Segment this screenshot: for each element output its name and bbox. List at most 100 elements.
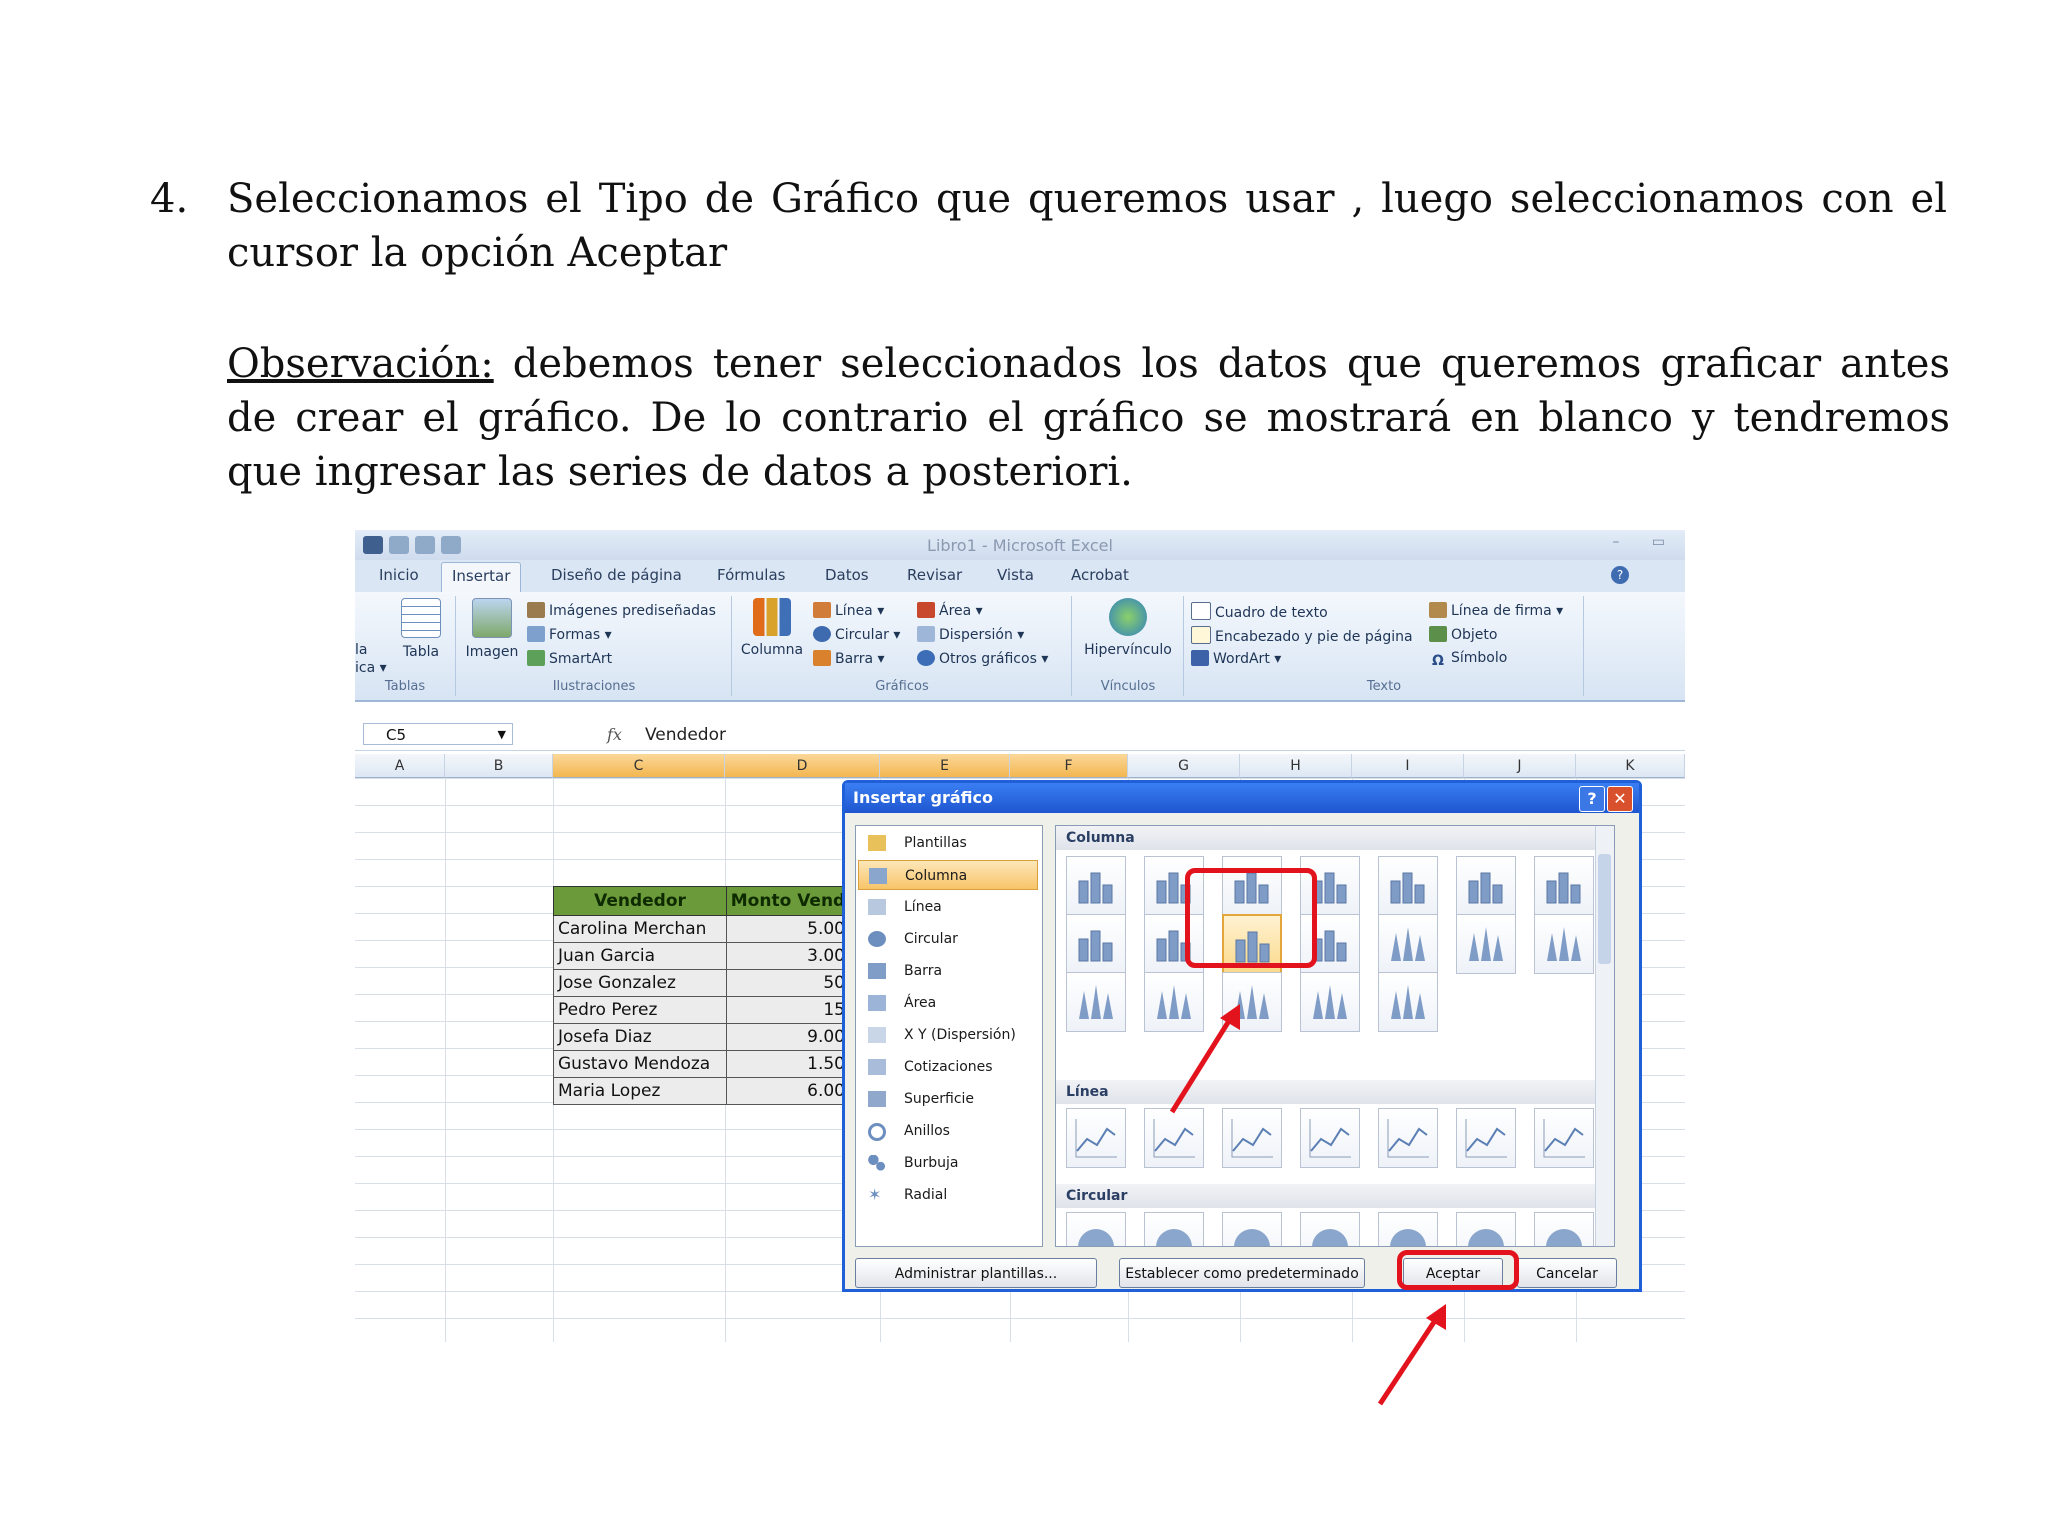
- formas-button[interactable]: Formas ▾: [527, 626, 612, 643]
- chart-type-thumb[interactable]: [1456, 914, 1516, 974]
- chart-type-thumb[interactable]: [1144, 1108, 1204, 1168]
- chart-type-thumb[interactable]: [1300, 1212, 1360, 1246]
- table-cell[interactable]: 1.50: [726, 1050, 850, 1078]
- chart-type-thumb[interactable]: [1378, 914, 1438, 974]
- chart-type-thumb[interactable]: [1222, 1212, 1282, 1246]
- scrollbar-thumb[interactable]: [1598, 854, 1611, 964]
- table-cell[interactable]: 6.00: [726, 1077, 850, 1105]
- cuadro-texto-button[interactable]: Cuadro de texto: [1191, 602, 1328, 621]
- column-header[interactable]: E: [880, 754, 1010, 778]
- table-cell[interactable]: 3.00: [726, 942, 850, 970]
- columna-button[interactable]: Columna: [739, 598, 805, 658]
- smartart-button[interactable]: SmartArt: [527, 650, 612, 667]
- circular-button[interactable]: Circular ▾: [813, 626, 900, 643]
- category-area[interactable]: Área: [858, 988, 1038, 1018]
- encabezado-button[interactable]: Encabezado y pie de página: [1191, 626, 1413, 645]
- category-plantillas[interactable]: Plantillas: [858, 828, 1038, 858]
- table-header[interactable]: Vendedor: [553, 886, 727, 916]
- chart-type-thumb[interactable]: [1222, 972, 1282, 1032]
- help-icon[interactable]: ?: [1579, 786, 1605, 812]
- table-cell[interactable]: Jose Gonzalez: [553, 969, 727, 997]
- chart-type-thumb[interactable]: [1300, 1108, 1360, 1168]
- chart-type-thumb[interactable]: [1300, 972, 1360, 1032]
- category-dispersion[interactable]: X Y (Dispersión): [858, 1020, 1038, 1050]
- column-header[interactable]: I: [1352, 754, 1464, 778]
- table-cell[interactable]: Carolina Merchan: [553, 915, 727, 943]
- dispersion-button[interactable]: Dispersión ▾: [917, 626, 1024, 643]
- column-header[interactable]: J: [1464, 754, 1576, 778]
- category-barra[interactable]: Barra: [858, 956, 1038, 986]
- column-header[interactable]: D: [725, 754, 880, 778]
- area-button[interactable]: Área ▾: [917, 602, 983, 619]
- tab-vista[interactable]: Vista: [997, 566, 1034, 584]
- wordart-button[interactable]: WordArt ▾: [1191, 650, 1281, 667]
- cancelar-button[interactable]: Cancelar: [1517, 1258, 1617, 1288]
- table-cell[interactable]: 50: [726, 969, 850, 997]
- chart-type-thumb[interactable]: [1066, 856, 1126, 916]
- help-icon[interactable]: ?: [1611, 566, 1629, 584]
- chart-type-thumb[interactable]: [1066, 972, 1126, 1032]
- linea-firma-button[interactable]: Línea de firma ▾: [1429, 602, 1563, 619]
- table-header[interactable]: Monto Vend: [726, 886, 850, 916]
- column-header[interactable]: K: [1576, 754, 1685, 778]
- column-header[interactable]: H: [1240, 754, 1352, 778]
- category-burbuja[interactable]: Burbuja: [858, 1148, 1038, 1178]
- table-cell[interactable]: Maria Lopez: [553, 1077, 727, 1105]
- table-cell[interactable]: Gustavo Mendoza: [553, 1050, 727, 1078]
- chart-type-thumb[interactable]: [1144, 972, 1204, 1032]
- category-columna[interactable]: Columna: [858, 860, 1038, 890]
- column-header[interactable]: A: [355, 754, 445, 778]
- chart-type-thumb[interactable]: [1456, 1108, 1516, 1168]
- category-radial[interactable]: ✶ Radial: [858, 1180, 1038, 1210]
- chart-type-thumb[interactable]: [1378, 972, 1438, 1032]
- tab-inicio[interactable]: Inicio: [379, 566, 419, 584]
- chart-type-thumb[interactable]: [1222, 1108, 1282, 1168]
- chart-type-thumb[interactable]: [1066, 1212, 1126, 1246]
- table-cell[interactable]: 9.00: [726, 1023, 850, 1051]
- table-cell[interactable]: 5.00: [726, 915, 850, 943]
- column-header[interactable]: F: [1010, 754, 1128, 778]
- chart-type-thumb[interactable]: [1456, 856, 1516, 916]
- chart-type-thumb[interactable]: [1378, 1108, 1438, 1168]
- table-cell[interactable]: Juan Garcia: [553, 942, 727, 970]
- manage-templates-button[interactable]: Administrar plantillas...: [855, 1258, 1097, 1288]
- category-anillos[interactable]: Anillos: [858, 1116, 1038, 1146]
- linea-button[interactable]: Línea ▾: [813, 602, 884, 619]
- table-cell[interactable]: Josefa Diaz: [553, 1023, 727, 1051]
- hipervinculo-button[interactable]: Hipervínculo: [1077, 598, 1179, 658]
- chart-type-thumb[interactable]: [1378, 856, 1438, 916]
- chevron-down-icon[interactable]: ▼: [498, 724, 506, 746]
- chart-type-thumb[interactable]: [1144, 1212, 1204, 1246]
- chart-type-thumb[interactable]: [1534, 1212, 1594, 1246]
- tab-datos[interactable]: Datos: [825, 566, 869, 584]
- name-box[interactable]: C5 ▼: [363, 723, 513, 745]
- otros-graficos-button[interactable]: Otros gráficos ▾: [917, 650, 1048, 667]
- tab-diseno[interactable]: Diseño de página: [551, 566, 682, 584]
- window-controls[interactable]: – ▭: [1612, 534, 1679, 550]
- gallery-scrollbar[interactable]: [1595, 826, 1614, 1246]
- fx-icon[interactable]: fx: [607, 725, 622, 744]
- category-superficie[interactable]: Superficie: [858, 1084, 1038, 1114]
- objeto-button[interactable]: Objeto: [1429, 626, 1497, 643]
- chart-type-thumb[interactable]: [1534, 856, 1594, 916]
- tabla-button[interactable]: Tabla: [393, 598, 449, 660]
- formula-input[interactable]: Vendedor: [645, 725, 726, 745]
- barra-button[interactable]: Barra ▾: [813, 650, 885, 667]
- set-default-button[interactable]: Establecer como predeterminado: [1119, 1258, 1365, 1288]
- chart-type-thumb[interactable]: [1534, 1108, 1594, 1168]
- table-cell[interactable]: Pedro Perez: [553, 996, 727, 1024]
- tab-revisar[interactable]: Revisar: [907, 566, 962, 584]
- chart-type-thumb[interactable]: [1378, 1212, 1438, 1246]
- chart-type-thumb[interactable]: [1456, 1212, 1516, 1246]
- close-icon[interactable]: ✕: [1607, 786, 1633, 812]
- category-cotizaciones[interactable]: Cotizaciones: [858, 1052, 1038, 1082]
- column-header[interactable]: B: [445, 754, 553, 778]
- tab-acrobat[interactable]: Acrobat: [1071, 566, 1129, 584]
- chart-type-thumb[interactable]: [1066, 914, 1126, 974]
- tab-formulas[interactable]: Fórmulas: [717, 566, 785, 584]
- chart-type-thumb[interactable]: [1066, 1108, 1126, 1168]
- imagen-button[interactable]: Imagen: [461, 598, 523, 660]
- column-header[interactable]: C: [553, 754, 725, 778]
- category-circular[interactable]: Circular: [858, 924, 1038, 954]
- table-cell[interactable]: 15: [726, 996, 850, 1024]
